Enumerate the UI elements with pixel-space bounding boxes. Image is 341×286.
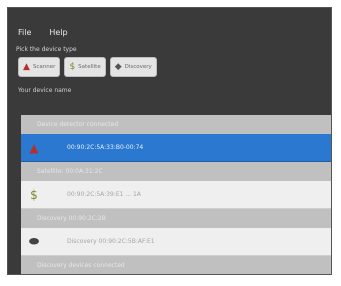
satellite-button[interactable]: $ Satellite — [64, 57, 106, 77]
app-window: File Help Pick the device type ▲ Scanner… — [7, 7, 332, 275]
button-label: Discovery — [124, 64, 152, 70]
discovery-button[interactable]: ◆ Discovery — [109, 57, 157, 77]
mouse-icon: ⬬ — [28, 234, 40, 248]
group-header: Device detector connected — [21, 115, 331, 134]
device-item[interactable]: ▲ 00:90:2C:5A:33:B0-00:74 — [21, 134, 331, 162]
button-label: Satellite — [78, 64, 101, 70]
hint-text: Pick the device type — [16, 46, 77, 53]
device-label: 00:90:2C:5A:39:E1 ... 1A — [67, 191, 141, 198]
device-list: Device detector connected ▲ 00:90:2C:5A:… — [21, 115, 331, 274]
menu-bar: File Help — [18, 28, 68, 37]
group-header: Discovery devices connected — [21, 256, 331, 274]
dollar-icon: $ — [30, 187, 38, 202]
button-label: Scanner — [32, 64, 56, 70]
person-icon: ▲ — [23, 61, 30, 72]
top-panel: File Help Pick the device type ▲ Scanner… — [8, 8, 331, 115]
group-header: Discovery 00:90:2C:2B — [21, 209, 331, 228]
person-icon: ▲ — [29, 140, 39, 155]
mouse-icon: ◆ — [114, 61, 122, 72]
dollar-icon: $ — [69, 61, 76, 72]
menu-file[interactable]: File — [18, 28, 31, 37]
toolbar: ▲ Scanner $ Satellite ◆ Discovery — [18, 57, 157, 77]
menu-help[interactable]: Help — [49, 28, 67, 37]
device-item[interactable]: ⬬ Discovery 00:90:2C:5B:AF:E1 — [21, 228, 331, 256]
device-label: Discovery 00:90:2C:5B:AF:E1 — [67, 238, 155, 245]
scanner-button[interactable]: ▲ Scanner — [18, 57, 61, 77]
device-item[interactable]: $ 00:90:2C:5A:39:E1 ... 1A — [21, 181, 331, 209]
device-label: 00:90:2C:5A:33:B0-00:74 — [67, 144, 144, 151]
status-text: Your device name — [18, 87, 72, 94]
group-header: Satellite: 00:0A:31:2C — [21, 162, 331, 181]
